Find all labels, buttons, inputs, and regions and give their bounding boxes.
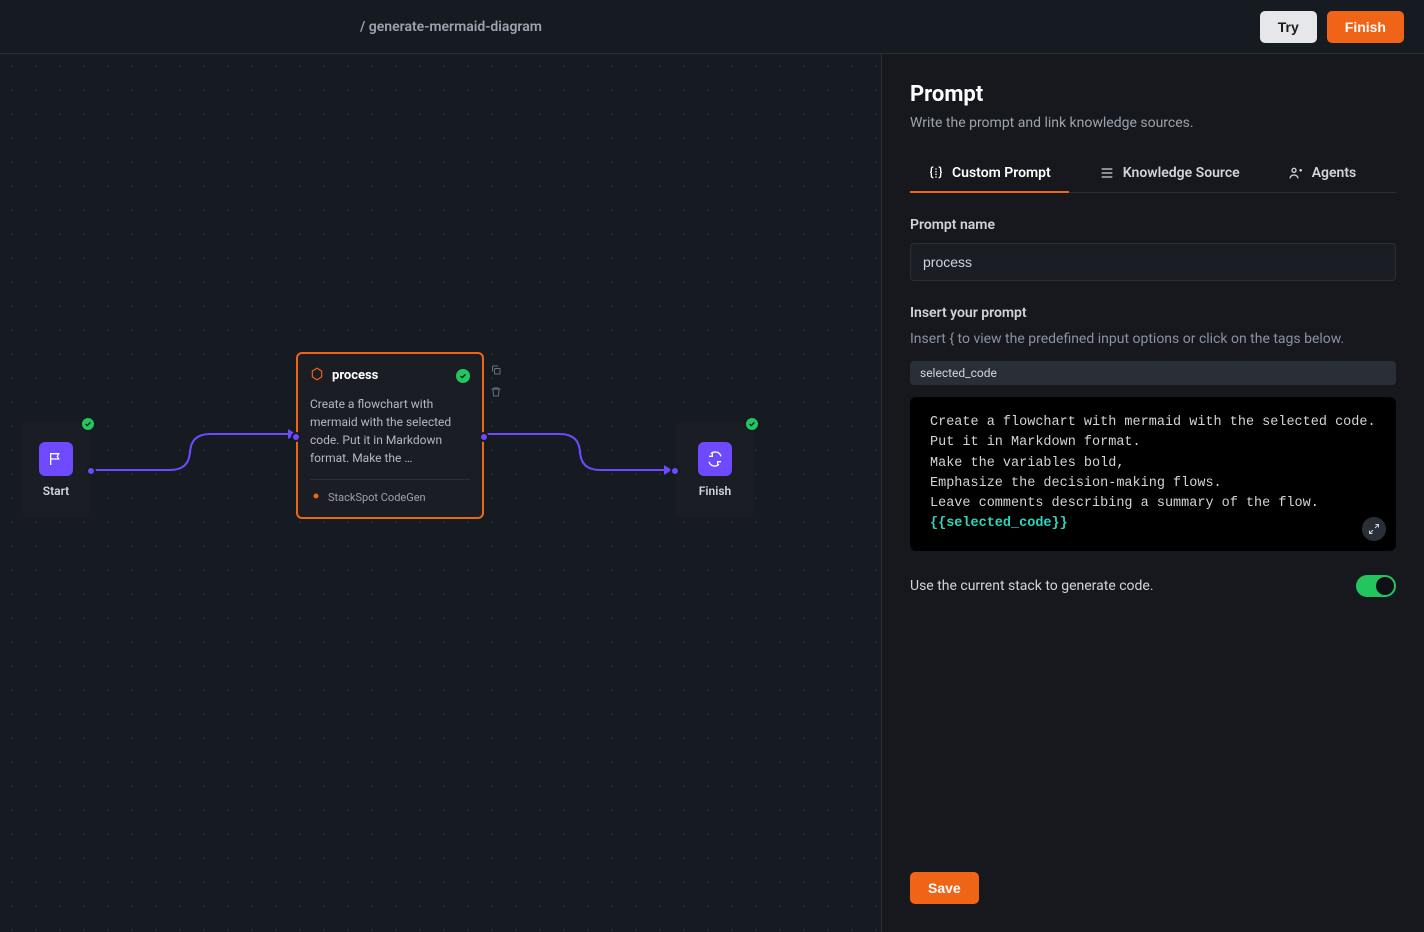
- finish-node[interactable]: Finish: [676, 422, 754, 518]
- tab-label: Custom Prompt: [952, 165, 1051, 181]
- start-node[interactable]: Start: [22, 422, 90, 518]
- editor-line: Make the variables bold,: [930, 454, 1376, 474]
- stack-icon: [1099, 165, 1115, 181]
- toggle-knob: [1376, 577, 1394, 595]
- check-badge-icon: [744, 416, 760, 432]
- header-actions: Try Finish: [1260, 11, 1404, 43]
- process-node[interactable]: process Create a flowchart with mermaid …: [296, 352, 484, 519]
- prompt-name-label: Prompt name: [910, 217, 1396, 233]
- side-panel: Prompt Write the prompt and link knowled…: [881, 54, 1424, 932]
- stack-toggle[interactable]: [1356, 575, 1396, 597]
- output-port[interactable]: [479, 432, 489, 442]
- stack-toggle-label: Use the current stack to generate code.: [910, 578, 1154, 594]
- breadcrumb: / generate-mermaid-diagram: [360, 19, 542, 35]
- panel-title: Prompt: [910, 82, 1396, 107]
- variable-chip[interactable]: selected_code: [910, 361, 1396, 385]
- editor-line: Emphasize the decision-making flows.: [930, 474, 1376, 494]
- editor-line: Create a flowchart with mermaid with the…: [930, 413, 1376, 433]
- flow-canvas[interactable]: Start process Create a f: [0, 54, 881, 932]
- finish-node-label: Finish: [699, 484, 731, 498]
- tab-custom-prompt[interactable]: Custom Prompt: [910, 155, 1069, 193]
- start-node-label: Start: [43, 484, 69, 498]
- finish-button[interactable]: Finish: [1327, 11, 1404, 43]
- insert-prompt-hint: Insert { to view the predefined input op…: [910, 331, 1396, 347]
- hexagon-icon: [310, 366, 324, 385]
- save-button[interactable]: Save: [910, 872, 979, 904]
- editor-line: Leave comments describing a summary of t…: [930, 494, 1376, 514]
- insert-prompt-label: Insert your prompt: [910, 305, 1396, 321]
- node-tools: [488, 362, 504, 400]
- prompt-name-input[interactable]: [910, 243, 1396, 281]
- input-port[interactable]: [670, 466, 680, 476]
- editor-line: Put it in Markdown format.: [930, 433, 1376, 453]
- process-footer: StackSpot CodeGen: [310, 479, 470, 505]
- model-icon: [310, 490, 322, 505]
- process-node-description: Create a flowchart with mermaid with the…: [310, 395, 470, 467]
- tab-label: Agents: [1312, 165, 1357, 181]
- copy-icon[interactable]: [488, 362, 504, 378]
- panel-tabs: Custom Prompt Knowledge Source Agents: [910, 155, 1396, 193]
- flag-icon: [39, 442, 73, 476]
- braces-icon: [928, 165, 944, 181]
- process-node-title: process: [332, 368, 448, 383]
- tab-knowledge-source[interactable]: Knowledge Source: [1081, 155, 1258, 193]
- tab-label: Knowledge Source: [1123, 165, 1240, 181]
- delete-icon[interactable]: [488, 384, 504, 400]
- agents-icon: [1288, 165, 1304, 181]
- prompt-editor[interactable]: Create a flowchart with mermaid with the…: [910, 397, 1396, 551]
- stack-toggle-row: Use the current stack to generate code.: [910, 575, 1396, 597]
- try-button[interactable]: Try: [1260, 11, 1317, 43]
- process-header: process: [310, 366, 470, 385]
- tab-agents[interactable]: Agents: [1270, 155, 1375, 193]
- panel-subtitle: Write the prompt and link knowledge sour…: [910, 115, 1396, 131]
- main: Start process Create a f: [0, 54, 1424, 932]
- editor-variable: {{selected_code}}: [930, 514, 1376, 534]
- finish-icon: [698, 442, 732, 476]
- expand-button[interactable]: [1362, 517, 1386, 541]
- output-port[interactable]: [86, 466, 96, 476]
- process-model-label: StackSpot CodeGen: [328, 491, 426, 504]
- check-badge-icon: [456, 369, 470, 383]
- expand-icon: [1368, 523, 1380, 535]
- input-port[interactable]: [291, 432, 301, 442]
- panel-footer: Save: [910, 852, 1396, 904]
- check-badge-icon: [80, 416, 96, 432]
- header: / generate-mermaid-diagram Try Finish: [0, 0, 1424, 54]
